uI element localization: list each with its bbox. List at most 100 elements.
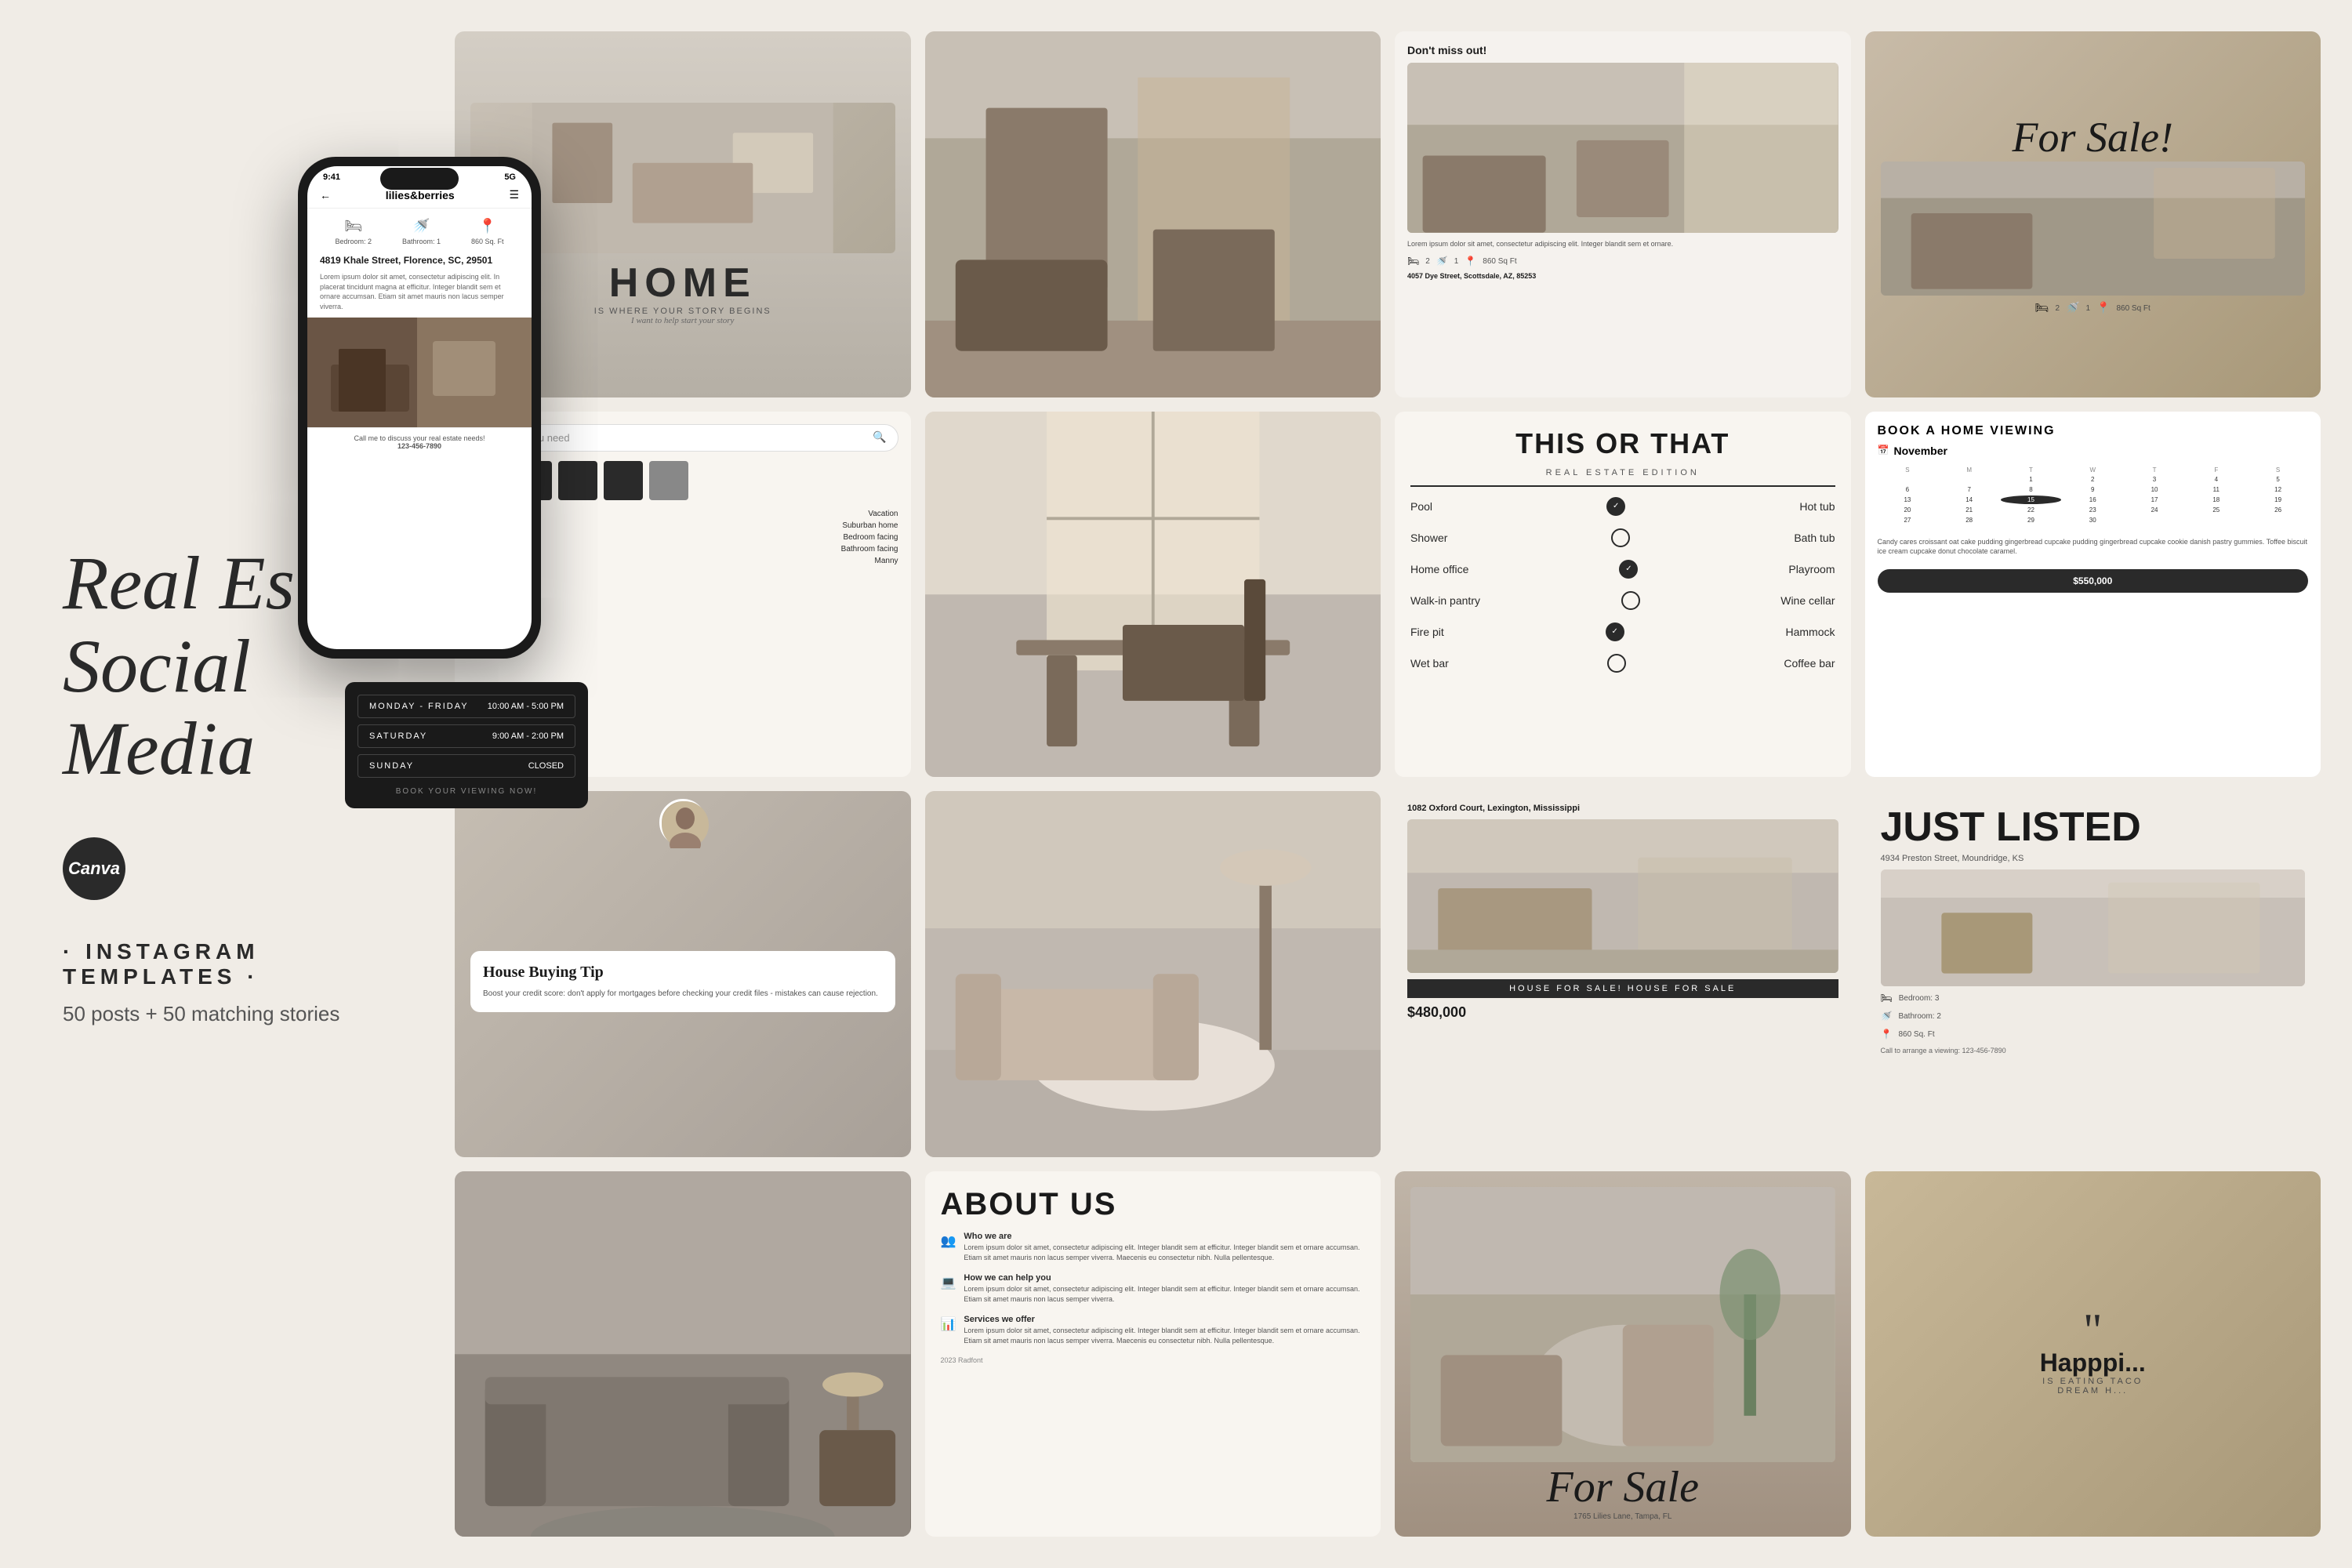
grid-section: HOME IS WHERE YOUR STORY BEGINS I want t… <box>439 0 2352 1568</box>
tip-text: Boost your credit score: don't apply for… <box>483 988 883 1000</box>
dont-miss-desc: Lorem ipsum dolor sit amet, consectetur … <box>1407 239 1838 249</box>
this-or-that-title: THIS OR THAT <box>1515 427 1730 460</box>
tot-row-wetbar: Wet bar Coffee bar <box>1410 652 1835 675</box>
book-price-button[interactable]: $550,000 <box>1878 569 2309 593</box>
tot-circle-pantry <box>1621 591 1640 610</box>
canva-logo: Canva <box>63 837 125 900</box>
phone-mockup: 9:41 5G ← lilies&berries ☰ 🛏 Bedroom: 2 … <box>298 157 572 690</box>
just-listed-contact: Call to arrange a viewing: 123-456-7890 <box>1881 1047 2306 1054</box>
tot-circle-pool: ✓ <box>1606 497 1625 516</box>
monday-friday-row: MONDAY - FRIDAY 10:00 AM - 5:00 PM <box>358 695 575 718</box>
cell-for-sale-bottom: For Sale 1765 Lilies Lane, Tampa, FL <box>1395 1171 1851 1537</box>
sunday-row: SUNDAY CLOSED <box>358 754 575 778</box>
cell-happiness: " Happpi... IS EATING TACO DREAM H... <box>1865 1171 2321 1537</box>
cell-dont-miss: Don't miss out! Lorem ipsum dolor sit am… <box>1395 31 1851 397</box>
cell-tan-interior <box>925 791 1381 1157</box>
saturday-time: 9:00 AM - 2:00 PM <box>492 731 564 741</box>
about-title: ABOUT US <box>941 1187 1366 1222</box>
saturday-label: SATURDAY <box>369 731 427 741</box>
monday-friday-time: 10:00 AM - 5:00 PM <box>488 702 564 711</box>
listing-address: 1082 Oxford Court, Lexington, Mississipp… <box>1407 804 1838 813</box>
listing-price: $480,000 <box>1407 1004 1838 1021</box>
just-listed-bath: 🚿 Bathroom: 2 <box>1881 1011 2306 1022</box>
saturday-row: SATURDAY 9:00 AM - 2:00 PM <box>358 724 575 748</box>
agent-avatar <box>659 799 706 846</box>
cell-about-us: ABOUT US 👥 Who we are Lorem ipsum dolor … <box>925 1171 1381 1537</box>
dont-miss-icons: 🛏2 🚿1 📍860 Sq Ft <box>1407 256 1838 267</box>
tip-title: House Buying Tip <box>483 964 883 982</box>
dont-miss-title: Don't miss out! <box>1407 44 1838 56</box>
about-help-section: 💻 How we can help you Lorem ipsum dolor … <box>941 1273 1366 1305</box>
book-viewing-desc: Candy cares croissant oat cake pudding g… <box>1878 537 2309 557</box>
schedule-card: MONDAY - FRIDAY 10:00 AM - 5:00 PM SATUR… <box>345 682 588 808</box>
happiness-sub2: DREAM H... <box>2057 1386 2128 1396</box>
tot-row-shower: Shower Bath tub <box>1410 526 1835 550</box>
just-listed-title: JUST LISTED <box>1881 807 2306 848</box>
bedroom-info: 🛏 Bedroom: 2 <box>335 218 372 245</box>
about-who-section: 👥 Who we are Lorem ipsum dolor sit amet,… <box>941 1232 1366 1264</box>
about-help-text: Lorem ipsum dolor sit amet, consectetur … <box>964 1284 1365 1305</box>
canva-badge: Canva <box>63 837 439 900</box>
happiness-sub1: IS EATING TACO <box>2042 1377 2143 1386</box>
about-help-title: How we can help you <box>964 1273 1365 1283</box>
this-or-that-subtitle: REAL ESTATE EDITION <box>1546 468 1700 477</box>
about-who-text: Lorem ipsum dolor sit amet, consectetur … <box>964 1243 1365 1264</box>
cell-book-viewing: BOOK A HOME VIEWING 📅 November SMTWTFS 1… <box>1865 412 2321 778</box>
about-who-title: Who we are <box>964 1232 1365 1241</box>
bathroom-info: 🚿 Bathroom: 1 <box>402 218 441 245</box>
tot-circle-shower <box>1611 528 1630 547</box>
house-for-sale-banner: HOUSE FOR SALE! HOUSE FOR SALE <box>1407 979 1838 998</box>
about-year: 2023 Radfont <box>941 1356 1366 1364</box>
services-icon: 📊 <box>941 1316 956 1332</box>
square-4 <box>604 461 643 500</box>
about-services-title: Services we offer <box>964 1315 1365 1324</box>
tot-circle-homeoffice: ✓ <box>1619 560 1638 579</box>
tot-row-pantry: Walk-in pantry Wine cellar <box>1410 589 1835 612</box>
just-listed-sqft: 📍 860 Sq. Ft <box>1881 1029 2306 1040</box>
cell-for-sale-1: For Sale! 🛏2 🚿1 📍860 Sq Ft <box>1865 31 2321 397</box>
phone-contact: Call me to discuss your real estate need… <box>307 427 532 453</box>
tot-row-homeoffice: Home office ✓ Playroom <box>1410 557 1835 581</box>
home-title: HOME <box>609 260 757 307</box>
for-sale-icons: 🛏2 🚿1 📍860 Sq Ft <box>2035 302 2151 315</box>
home-subtitle: IS WHERE YOUR STORY BEGINS <box>594 307 771 316</box>
for-sale-bottom-script: For Sale <box>1547 1462 1699 1512</box>
for-sale-bottom-address: 1765 Lilies Lane, Tampa, FL <box>1573 1512 1671 1521</box>
phone-listing-image: $410,000 <box>307 318 532 427</box>
square-5 <box>649 461 688 500</box>
phone-signal: 5G <box>504 172 516 182</box>
cell-sofa-room <box>455 1171 911 1537</box>
subtitle: 50 posts + 50 matching stories <box>63 1002 439 1026</box>
cell-house-listing: 1082 Oxford Court, Lexington, Mississipp… <box>1395 791 1851 1157</box>
help-icon: 💻 <box>941 1275 956 1290</box>
just-listed-specs: 🛏 Bedroom: 3 <box>1881 993 2306 1004</box>
home-tagline: I want to help start your story <box>631 316 734 325</box>
phone-menu-icon[interactable]: ☰ <box>509 188 519 201</box>
calendar-header: 📅 November <box>1878 445 2309 457</box>
about-services-text: Lorem ipsum dolor sit amet, consectetur … <box>964 1326 1365 1347</box>
phone-back-icon[interactable]: ← <box>320 189 331 201</box>
phone-property-icons: 🛏 Bedroom: 2 🚿 Bathroom: 1 📍 860 Sq. Ft <box>307 209 532 252</box>
instagram-label: · INSTAGRAM TEMPLATES · <box>63 939 439 989</box>
calendar-month: November <box>1893 445 1947 457</box>
for-sale-script: For Sale! <box>2013 113 2173 162</box>
tip-card: House Buying Tip Boost your credit score… <box>470 951 895 1012</box>
dont-miss-address: 4057 Dye Street, Scottsdale, AZ, 85253 <box>1407 272 1838 280</box>
quote-mark: " <box>2083 1312 2103 1349</box>
cell-interior-2 <box>925 412 1381 778</box>
tot-circle-wetbar <box>1607 654 1626 673</box>
cell-just-listed: JUST LISTED 4934 Preston Street, Moundri… <box>1865 791 2321 1157</box>
tot-circle-firepit: ✓ <box>1606 622 1624 641</box>
phone-outer: 9:41 5G ← lilies&berries ☰ 🛏 Bedroom: 2 … <box>298 157 541 659</box>
phone-address: 4819 Khale Street, Florence, SC, 29501 <box>307 252 532 269</box>
phone-time: 9:41 <box>323 172 340 182</box>
book-viewing-title: BOOK A HOME VIEWING <box>1878 424 2309 438</box>
who-icon: 👥 <box>941 1233 956 1249</box>
phone-app-name: lilies&berries <box>386 189 455 201</box>
sunday-time: CLOSED <box>528 761 564 771</box>
search-icon[interactable]: 🔍 <box>873 431 886 445</box>
book-viewing-label: BOOK YOUR VIEWING NOW! <box>358 784 575 796</box>
happiness-text: Happpi... <box>2040 1349 2146 1377</box>
tot-row-pool: Pool ✓ Hot tub <box>1410 495 1835 518</box>
cell-interior-1 <box>925 31 1381 397</box>
